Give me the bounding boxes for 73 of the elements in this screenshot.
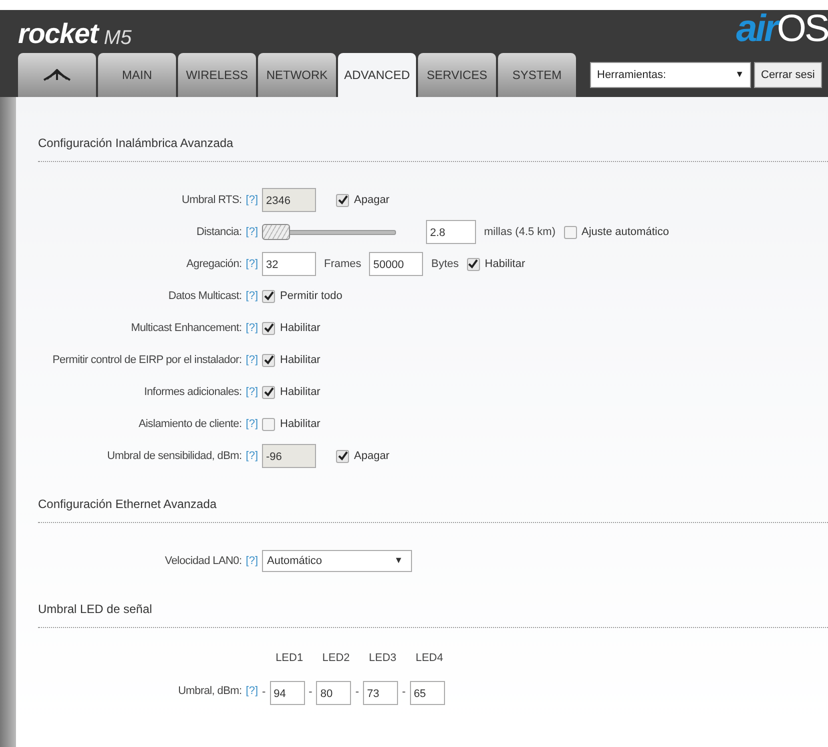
help-link[interactable]: [?] bbox=[246, 683, 258, 700]
unit-label: millas (4.5 km) bbox=[484, 224, 556, 240]
help-link[interactable]: [?] bbox=[246, 416, 258, 432]
led-label: LED1 bbox=[274, 651, 304, 666]
speed-select[interactable]: Automático ▼ bbox=[262, 550, 412, 572]
tab[interactable]: NETWORK bbox=[258, 53, 336, 97]
checkbox-label: Permitir todo bbox=[280, 288, 342, 304]
unit-label: Bytes bbox=[431, 256, 459, 272]
tab[interactable]: WIRELESS bbox=[178, 53, 256, 97]
tab[interactable]: ADVANCED bbox=[338, 53, 416, 97]
minus-sign: - bbox=[355, 685, 360, 700]
help-link[interactable]: [?] bbox=[246, 552, 258, 570]
field-label: Permitir control de EIRP por el instalador: bbox=[52, 352, 242, 368]
logo-tab[interactable] bbox=[18, 53, 96, 97]
field-label: Datos Multicast: bbox=[168, 288, 242, 304]
field-label: Agregación: bbox=[186, 256, 242, 272]
checkbox[interactable] bbox=[262, 418, 275, 430]
checkbox-label: Habilitar bbox=[280, 384, 320, 400]
input-field[interactable]: 50000 bbox=[369, 252, 424, 276]
input-field[interactable]: 32 bbox=[262, 252, 316, 276]
product-logo: rocket bbox=[18, 20, 98, 48]
checkbox-label: Apagar bbox=[354, 448, 390, 464]
input-field[interactable]: 65 bbox=[410, 680, 445, 704]
field-label: Velocidad LAN0: bbox=[164, 554, 242, 569]
checkbox-label: Habilitar bbox=[280, 320, 320, 336]
tab[interactable]: SYSTEM bbox=[498, 53, 576, 97]
field-label: Umbral RTS: bbox=[182, 192, 242, 208]
checkbox[interactable] bbox=[262, 386, 275, 398]
checkbox[interactable] bbox=[262, 290, 275, 302]
checkbox-label: Apagar bbox=[354, 192, 390, 208]
brand-logo: airOS bbox=[736, 10, 828, 48]
checkbox[interactable] bbox=[262, 322, 275, 334]
input-field[interactable]: 80 bbox=[316, 680, 352, 704]
checkbox-label: Habilitar bbox=[484, 256, 526, 272]
led-label: LED3 bbox=[368, 651, 396, 666]
tools-select[interactable]: Herramientas: ▼ bbox=[590, 62, 751, 88]
unit-label: Frames bbox=[324, 256, 362, 272]
led-label: LED4 bbox=[414, 651, 444, 666]
help-link[interactable]: [?] bbox=[246, 352, 258, 368]
field-label: Distancia: bbox=[196, 224, 242, 240]
section-title: Configuración Ethernet Avanzada bbox=[38, 497, 217, 511]
field-label: Multicast Enhancement: bbox=[130, 320, 242, 336]
minus-sign: - bbox=[262, 685, 266, 700]
tab[interactable]: MAIN bbox=[98, 53, 176, 97]
slider[interactable] bbox=[262, 224, 396, 240]
help-link[interactable]: [?] bbox=[246, 384, 258, 400]
input-field[interactable]: 94 bbox=[270, 680, 305, 704]
antenna-logo-icon bbox=[42, 69, 72, 81]
led-label: LED2 bbox=[321, 651, 350, 666]
minus-sign: - bbox=[308, 685, 312, 700]
checkbox[interactable] bbox=[262, 354, 275, 366]
checkbox[interactable] bbox=[564, 226, 577, 238]
section-title: Configuración Inalámbrica Avanzada bbox=[38, 136, 234, 150]
field-label: Aislamiento de cliente: bbox=[138, 416, 242, 432]
input-field[interactable]: 73 bbox=[363, 680, 398, 704]
help-link[interactable]: [?] bbox=[246, 224, 258, 240]
minus-sign: - bbox=[402, 685, 406, 700]
logout-button[interactable]: Cerrar sesi bbox=[754, 62, 822, 88]
help-link[interactable]: [?] bbox=[246, 256, 258, 272]
slider-thumb[interactable] bbox=[262, 224, 290, 240]
help-link[interactable]: [?] bbox=[246, 320, 258, 336]
input-field[interactable]: 2.8 bbox=[426, 220, 476, 244]
checkbox-label: Habilitar bbox=[280, 352, 320, 368]
help-link[interactable]: [?] bbox=[246, 288, 258, 304]
section-title: Umbral LED de señal bbox=[38, 602, 152, 616]
checkbox-label: Ajuste automático bbox=[582, 224, 669, 240]
checkbox[interactable] bbox=[466, 258, 480, 270]
tab[interactable]: SERVICES bbox=[418, 53, 496, 97]
field-label: Umbral de sensibilidad, dBm: bbox=[107, 448, 242, 464]
field-label: Umbral, dBm: bbox=[178, 684, 242, 700]
field-label: Informes adicionales: bbox=[144, 384, 242, 400]
model-name: M5 bbox=[104, 28, 132, 48]
checkbox-label: Habilitar bbox=[280, 416, 320, 432]
